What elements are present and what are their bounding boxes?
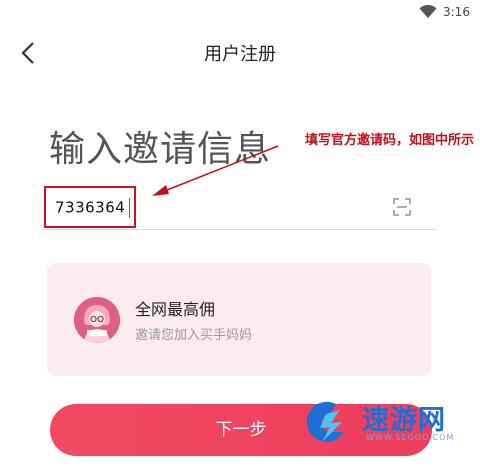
- invite-code-value: 7336364: [55, 198, 126, 217]
- avatar-icon: [74, 297, 120, 343]
- text-caret: [129, 198, 131, 218]
- watermark-logo-icon: [306, 401, 344, 442]
- invite-code-row: 7336364: [44, 186, 436, 230]
- promo-subtitle: 邀请您加入买手妈妈: [135, 328, 253, 343]
- status-time: 3:16: [443, 5, 470, 19]
- wifi-icon: [419, 5, 437, 18]
- avatar: [74, 297, 120, 343]
- promo-title: 全网最高佣: [135, 300, 216, 319]
- annotation-note: 填写官方邀请码，如图中所示: [305, 133, 475, 148]
- watermark: 速游网 WWW.SEOOO.COM: [300, 396, 470, 448]
- promo-card: 全网最高佣 邀请您加入买手妈妈: [47, 263, 431, 376]
- page-title: 用户注册: [204, 44, 276, 65]
- invite-code-input[interactable]: 7336364: [44, 186, 136, 228]
- status-bar: 3:16: [0, 0, 480, 26]
- scan-icon[interactable]: [393, 198, 411, 216]
- watermark-name: 速游网: [362, 405, 446, 436]
- watermark-url: WWW.SEOOO.COM: [366, 433, 455, 442]
